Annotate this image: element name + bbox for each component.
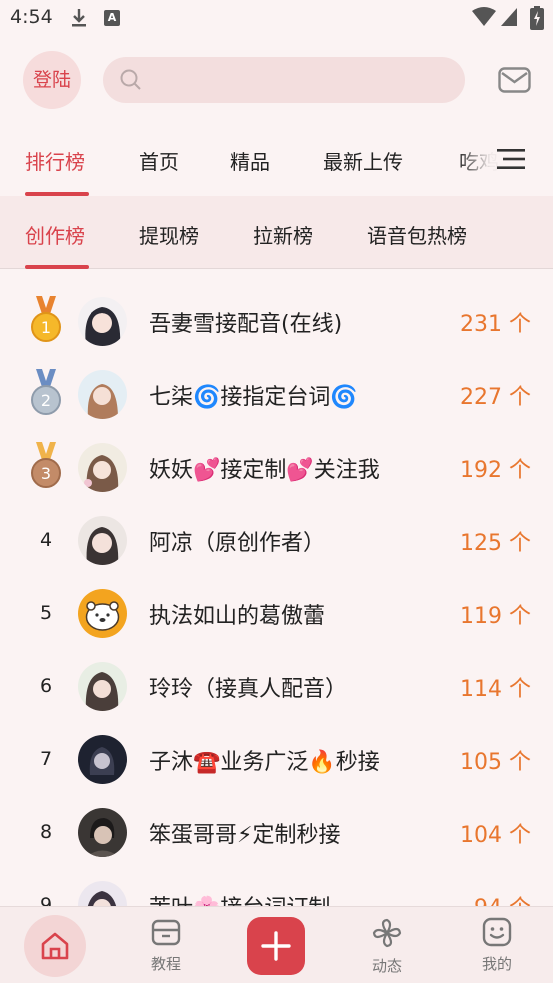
add-button[interactable] (247, 917, 305, 975)
avatar (78, 808, 127, 857)
ranking-row[interactable]: 9 茉叶🌸接台词订制 94 个 (0, 874, 553, 906)
rank-number: 7 (39, 748, 53, 770)
ranking-row[interactable]: 5 执法如山的葛傲蕾 119 个 (0, 582, 553, 655)
bronze-medal-icon: 3 (31, 442, 61, 488)
svg-text:2: 2 (41, 391, 51, 410)
creation-count: 114 个 (460, 677, 531, 702)
pinwheel-icon (372, 918, 402, 948)
rank-number: 5 (39, 602, 53, 624)
creator-name: 阿凉（原创作者） (149, 531, 326, 556)
ranking-row[interactable]: 2 七柒🌀接指定台词🌀 227 个 (0, 363, 553, 436)
avatar (78, 370, 127, 419)
creator-name: 吾妻雪接配音(在线) (149, 312, 343, 337)
ranking-row[interactable]: 3 妖妖💕接定制💕关注我 192 个 (0, 436, 553, 509)
tutorial-box-icon (151, 919, 181, 946)
nav-tutorial-label: 教程 (150, 955, 181, 973)
rank-number: 8 (39, 821, 53, 843)
svg-text:1: 1 (41, 318, 51, 337)
login-button[interactable]: 登陆 (23, 51, 81, 109)
creator-name: 子沐☎️业务广泛🔥秒接 (149, 750, 380, 775)
avatar (78, 881, 127, 906)
ranking-row[interactable]: 1 吾妻雪接配音(在线) 231 个 (0, 290, 553, 363)
tab-featured[interactable]: 精品 (230, 146, 270, 175)
avatar (78, 297, 127, 346)
home-icon (41, 932, 69, 960)
avatar (78, 443, 127, 492)
status-time: 4:54 (10, 6, 53, 28)
creation-count: 105 个 (460, 750, 531, 775)
ranking-row[interactable]: 7 子沐☎️业务广泛🔥秒接 105 个 (0, 728, 553, 801)
creation-count: 192 个 (460, 458, 531, 483)
creation-count: 125 个 (460, 531, 531, 556)
creator-name: 玲玲（接真人配音） (149, 677, 348, 702)
gold-medal-icon: 1 (31, 296, 61, 342)
nav-home[interactable] (24, 915, 86, 977)
creator-name: 妖妖💕接定制💕关注我 (149, 458, 380, 483)
creator-name: 笨蛋哥哥⚡定制秒接 (149, 823, 341, 848)
subtab-creation[interactable]: 创作榜 (25, 220, 85, 249)
subtab-referral[interactable]: 拉新榜 (253, 220, 313, 249)
main-tabs: 排行榜 首页 精品 最新上传 吃鸡 (0, 130, 553, 196)
subtab-withdraw[interactable]: 提现榜 (139, 220, 199, 249)
search-icon (120, 69, 141, 90)
nav-feed[interactable]: 动态 (357, 917, 417, 976)
mail-icon[interactable] (498, 67, 531, 93)
ranking-list: 1 吾妻雪接配音(在线) 231 个 2 七柒🌀接指定台词🌀 227 个 3 妖… (0, 270, 553, 906)
ranking-row[interactable]: 8 笨蛋哥哥⚡定制秒接 104 个 (0, 801, 553, 874)
creator-name: 七柒🌀接指定台词🌀 (149, 385, 358, 410)
avatar (78, 589, 127, 638)
rank-number: 4 (39, 529, 53, 551)
plus-icon (261, 931, 291, 961)
search-input[interactable] (151, 65, 451, 95)
menu-icon[interactable] (497, 149, 525, 169)
subtab-voicepack[interactable]: 语音包热榜 (367, 220, 467, 249)
subtab-indicator (25, 265, 89, 269)
rank-number: 9 (39, 894, 53, 906)
tab-home[interactable]: 首页 (139, 146, 179, 175)
avatar (78, 662, 127, 711)
nav-mine[interactable]: 我的 (467, 917, 527, 974)
status-bar: 4:54 A (0, 0, 553, 38)
nav-mine-label: 我的 (481, 955, 512, 973)
avatar (78, 735, 127, 784)
creation-count: 119 个 (460, 604, 531, 629)
creator-name: 茉叶🌸接台词订制 (149, 890, 330, 906)
svg-text:3: 3 (41, 464, 51, 483)
ranking-subtabs: 创作榜 提现榜 拉新榜 语音包热榜 (0, 196, 553, 269)
search-bar[interactable] (103, 57, 465, 103)
creation-count: 227 个 (460, 385, 531, 410)
nav-feed-label: 动态 (371, 957, 402, 975)
creation-count: 104 个 (460, 823, 531, 848)
cellular-icon (501, 8, 517, 26)
a-badge-icon: A (104, 10, 120, 26)
silver-medal-icon: 2 (31, 369, 61, 415)
creator-name: 执法如山的葛傲蕾 (149, 604, 326, 629)
battery-icon (530, 6, 544, 30)
tab-ranking[interactable]: 排行榜 (25, 146, 85, 175)
avatar (78, 516, 127, 565)
ranking-row[interactable]: 6 玲玲（接真人配音） 114 个 (0, 655, 553, 728)
wifi-icon (472, 7, 496, 26)
smiley-icon (482, 917, 512, 947)
download-icon (72, 9, 86, 27)
tab-latest-upload[interactable]: 最新上传 (323, 146, 403, 175)
nav-tutorial[interactable]: 教程 (136, 917, 196, 974)
ranking-row[interactable]: 4 阿凉（原创作者） 125 个 (0, 509, 553, 582)
rank-number: 6 (39, 675, 53, 697)
creation-count: 231 个 (460, 312, 531, 337)
creation-count: 94 个 (474, 890, 531, 906)
bottom-nav: 教程 动态 我的 (0, 906, 553, 983)
